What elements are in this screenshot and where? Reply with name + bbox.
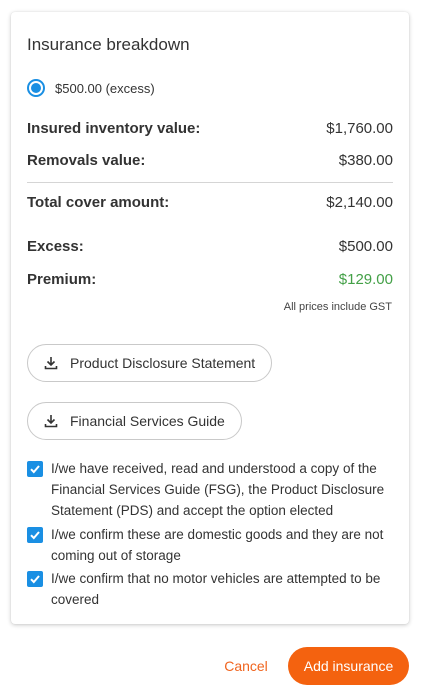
row-label: Total cover amount:: [27, 194, 170, 211]
insurance-card: Insurance breakdown $500.00 (excess) Ins…: [11, 12, 409, 624]
row-label: Excess:: [27, 238, 84, 255]
excess-radio[interactable]: [27, 79, 45, 97]
confirm-domestic-goods[interactable]: I/we confirm these are domestic goods an…: [27, 524, 399, 566]
row-label: Removals value:: [27, 152, 146, 169]
check-icon: [30, 531, 40, 540]
confirm-fsg-pds[interactable]: I/we have received, read and understood …: [27, 458, 399, 521]
excess-radio-label: $500.00 (excess): [55, 80, 155, 96]
checkbox-label: I/we have received, read and understood …: [51, 461, 385, 518]
row-label: Insured inventory value:: [27, 120, 201, 137]
excess-row: Excess: $500.00: [27, 238, 393, 255]
row-value: $1,760.00: [326, 120, 393, 137]
pds-download-label: Product Disclosure Statement: [70, 355, 256, 371]
add-insurance-button[interactable]: Add insurance: [288, 647, 409, 685]
premium-row: Premium: $129.00: [27, 271, 393, 288]
insured-inventory-row: Insured inventory value: $1,760.00: [27, 120, 393, 137]
confirm-no-motor-vehicles[interactable]: I/we confirm that no motor vehicles are …: [27, 568, 399, 610]
check-icon: [30, 465, 40, 474]
checkbox-label: I/we confirm that no motor vehicles are …: [51, 571, 381, 607]
checkbox[interactable]: [27, 571, 43, 587]
fsg-download-button[interactable]: Financial Services Guide: [27, 402, 242, 440]
card-title: Insurance breakdown: [27, 35, 190, 54]
download-icon: [44, 415, 58, 428]
cancel-button[interactable]: Cancel: [214, 650, 278, 682]
removals-row: Removals value: $380.00: [27, 152, 393, 169]
checkbox[interactable]: [27, 461, 43, 477]
total-cover-row: Total cover amount: $2,140.00: [27, 194, 393, 211]
row-value: $2,140.00: [326, 194, 393, 211]
row-label: Premium:: [27, 271, 97, 288]
premium-value: $129.00: [338, 271, 393, 288]
check-icon: [30, 575, 40, 584]
fsg-download-label: Financial Services Guide: [70, 413, 225, 429]
checkbox-label: I/we confirm these are domestic goods an…: [51, 527, 384, 563]
row-value: $500.00: [338, 238, 393, 255]
checkbox[interactable]: [27, 527, 43, 543]
divider: [27, 182, 393, 183]
download-icon: [44, 357, 58, 370]
gst-note: All prices include GST: [283, 301, 392, 313]
excess-option[interactable]: $500.00 (excess): [27, 79, 155, 97]
pds-download-button[interactable]: Product Disclosure Statement: [27, 344, 273, 382]
row-value: $380.00: [338, 152, 393, 169]
